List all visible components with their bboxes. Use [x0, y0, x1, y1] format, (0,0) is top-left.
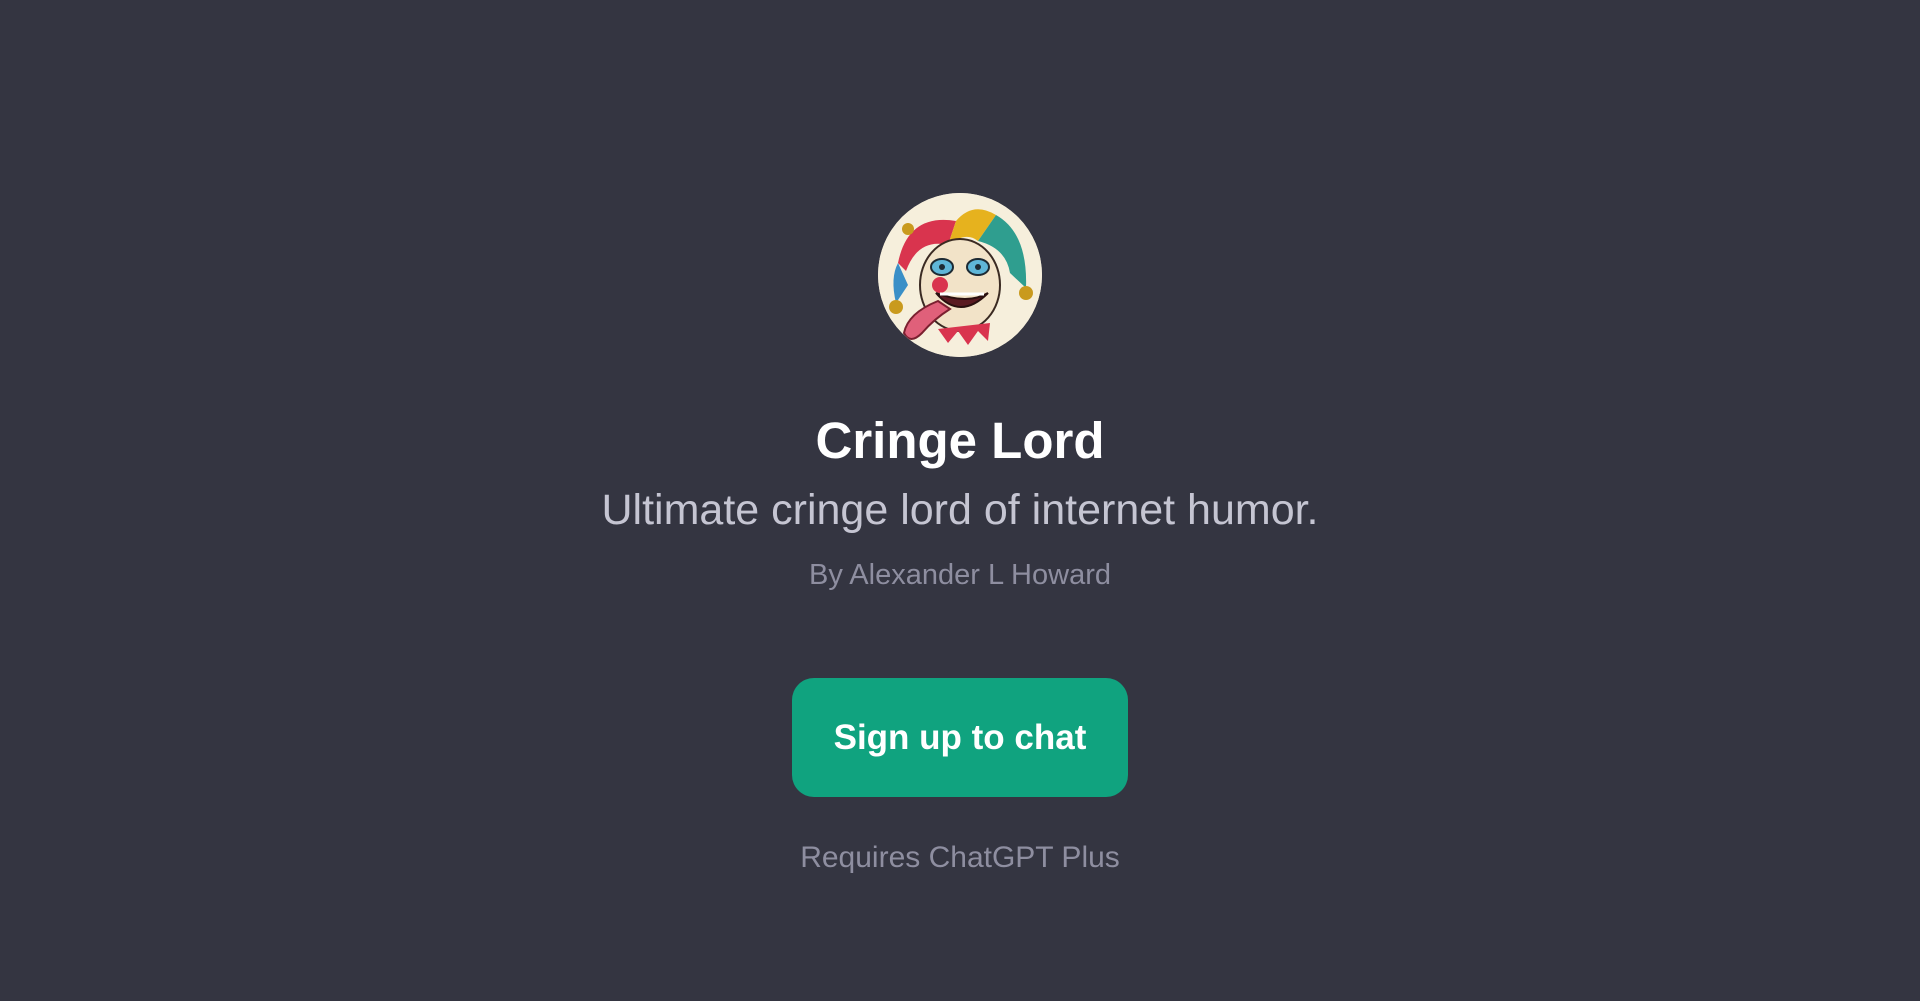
gpt-title: Cringe Lord	[815, 412, 1105, 469]
jester-clown-icon	[878, 193, 1042, 357]
gpt-landing-page: Cringe Lord Ultimate cringe lord of inte…	[0, 0, 1920, 1001]
gpt-author: By Alexander L Howard	[809, 559, 1111, 591]
sign-up-button[interactable]: Sign up to chat	[792, 678, 1128, 797]
gpt-description: Ultimate cringe lord of internet humor.	[601, 486, 1319, 534]
gpt-avatar	[878, 193, 1042, 357]
plan-requirement-note: Requires ChatGPT Plus	[800, 841, 1120, 874]
